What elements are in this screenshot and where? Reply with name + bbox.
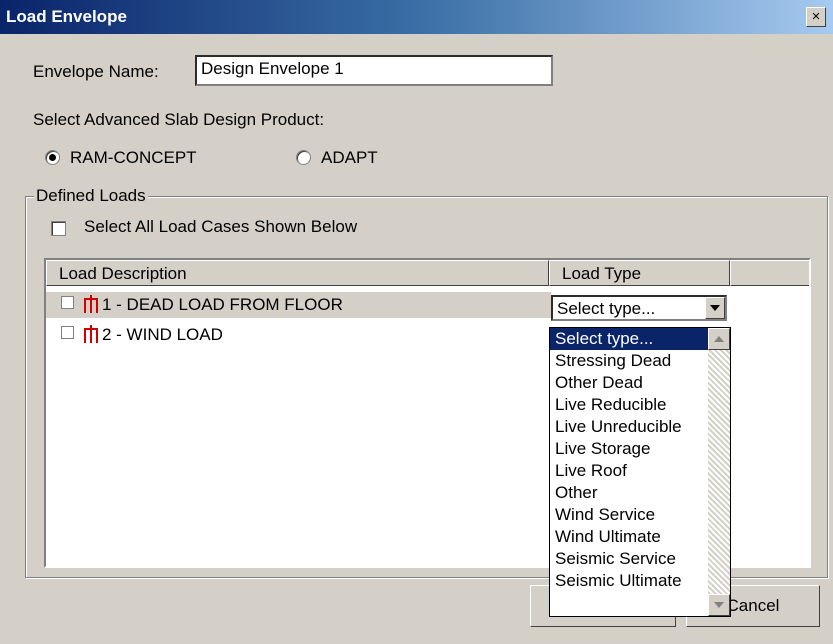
option-live-roof[interactable]: Live Roof (550, 460, 730, 482)
table-row[interactable]: 2 - WIND LOAD (46, 322, 551, 348)
column-header-empty[interactable] (730, 260, 809, 286)
row-description: 1 - DEAD LOAD FROM FLOOR (102, 295, 343, 314)
title-bar: Load Envelope × (0, 0, 833, 34)
column-header-description[interactable]: Load Description (46, 260, 549, 286)
radio-selected-dot (49, 154, 56, 161)
dropdown-scrollbar[interactable] (708, 328, 730, 616)
option-stressing-dead[interactable]: Stressing Dead (550, 350, 730, 372)
column-header-type[interactable]: Load Type (549, 260, 730, 286)
select-all-checkbox[interactable] (51, 221, 66, 236)
table-row[interactable]: 1 - DEAD LOAD FROM FLOOR (46, 292, 551, 318)
scroll-up-button[interactable] (708, 328, 730, 350)
combo-value: Select type... (557, 299, 656, 318)
chevron-down-icon (710, 305, 720, 311)
envelope-name-input[interactable]: Design Envelope 1 (195, 55, 553, 86)
option-select-type[interactable]: Select type... (550, 328, 730, 350)
option-other[interactable]: Other (550, 482, 730, 504)
option-seismic-service[interactable]: Seismic Service (550, 548, 730, 570)
option-live-storage[interactable]: Live Storage (550, 438, 730, 460)
combo-dropdown-button[interactable] (705, 297, 725, 319)
row-checkbox[interactable] (61, 296, 74, 309)
row-checkbox[interactable] (61, 326, 74, 339)
window-title: Load Envelope (6, 7, 127, 26)
load-case-icon (84, 295, 98, 313)
load-type-combo[interactable]: Select type... (551, 295, 727, 321)
option-wind-ultimate[interactable]: Wind Ultimate (550, 526, 730, 548)
cancel-button-label: Cancel (726, 596, 780, 615)
chevron-up-icon (714, 336, 724, 342)
option-other-dead[interactable]: Other Dead (550, 372, 730, 394)
chevron-down-icon (714, 602, 724, 608)
option-live-reducible[interactable]: Live Reducible (550, 394, 730, 416)
product-label: Select Advanced Slab Design Product: (33, 110, 325, 129)
ram-concept-radio[interactable] (45, 150, 60, 165)
option-wind-service[interactable]: Wind Service (550, 504, 730, 526)
option-live-unreducible[interactable]: Live Unreducible (550, 416, 730, 438)
option-seismic-ultimate[interactable]: Seismic Ultimate (550, 570, 730, 592)
load-case-icon (84, 325, 98, 343)
close-button[interactable]: × (806, 7, 826, 27)
adapt-label: ADAPT (321, 148, 378, 167)
scroll-down-button[interactable] (708, 594, 730, 616)
select-all-label: Select All Load Cases Shown Below (84, 217, 358, 236)
adapt-radio[interactable] (296, 150, 311, 165)
load-type-dropdown[interactable]: Select type... Stressing Dead Other Dead… (549, 327, 731, 617)
row-description: 2 - WIND LOAD (102, 325, 223, 344)
envelope-name-label: Envelope Name: (33, 62, 159, 81)
ram-concept-label: RAM-CONCEPT (70, 148, 197, 167)
defined-loads-label: Defined Loads (34, 186, 148, 206)
